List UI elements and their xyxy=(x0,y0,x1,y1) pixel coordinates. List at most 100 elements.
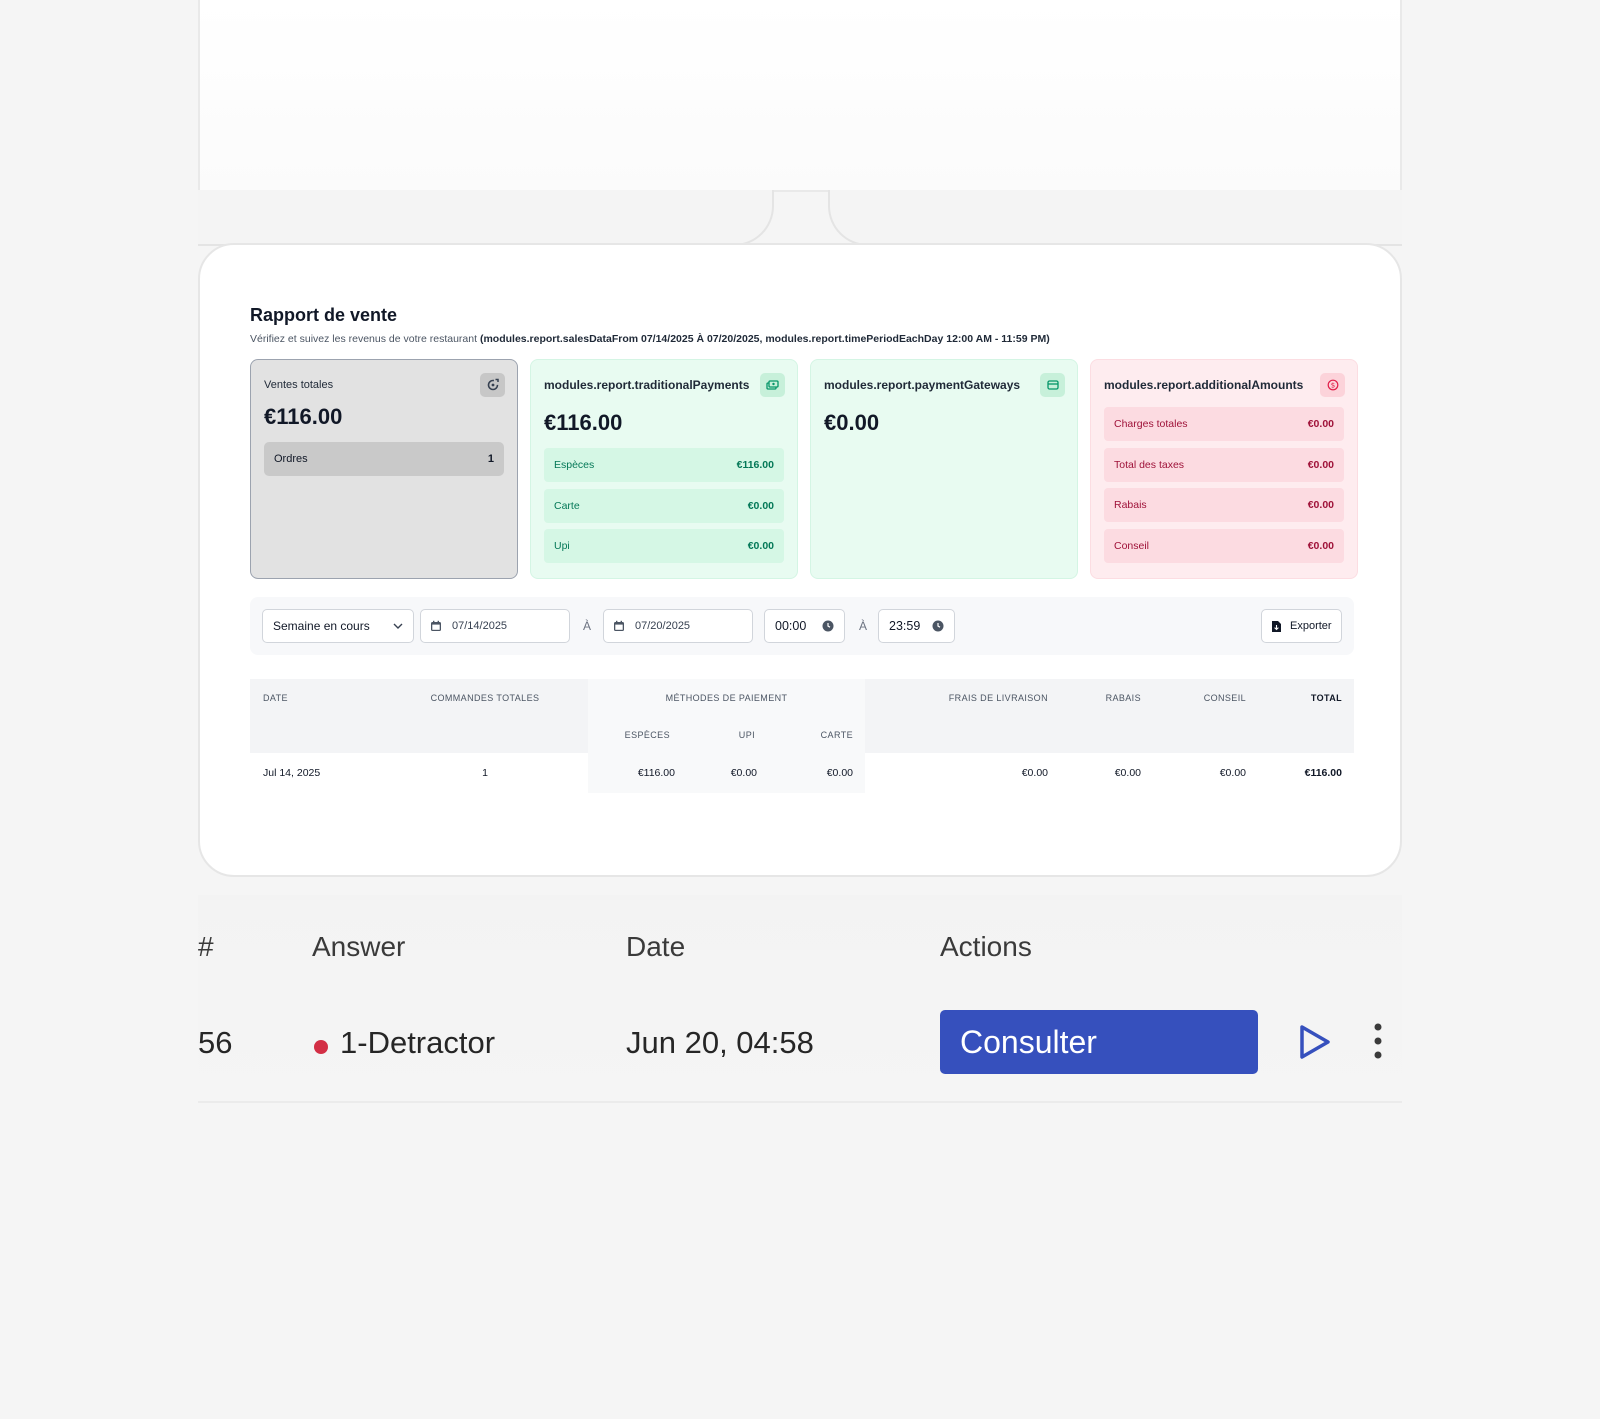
additional-row-label: Conseil xyxy=(1114,539,1150,552)
cell-cash: €116.00 xyxy=(637,767,675,779)
date-from-value: 07/14/2025 xyxy=(452,620,508,632)
col-header-number: # xyxy=(198,931,214,962)
export-button[interactable]: Exporter xyxy=(1261,609,1342,643)
traditional-payments-amount: €116.00 xyxy=(544,410,623,435)
sales-report-panel: Rapport de vente Vérifiez et suivez les … xyxy=(198,243,1402,877)
additional-amounts-card: modules.report.additionalAmounts $ Charg… xyxy=(1090,359,1358,579)
additional-row-value: €0.00 xyxy=(1307,458,1334,471)
time-from-value: 00:00 xyxy=(775,619,807,633)
date-separator: À xyxy=(583,619,592,633)
payment-gateways-label: modules.report.paymentGateways xyxy=(824,378,1021,392)
calendar-icon xyxy=(431,620,441,631)
cell-discount: €0.00 xyxy=(1114,767,1141,779)
th-delivery: FRAIS DE LIVRAISON xyxy=(948,693,1048,703)
report-subtitle-period: (modules.report.salesDataFrom 07/14/2025… xyxy=(479,333,1050,345)
payment-row-label: Espèces xyxy=(554,459,595,471)
dollar-circle-icon: $ xyxy=(1320,373,1345,397)
time-from-input[interactable]: 00:00 xyxy=(764,609,845,643)
filter-bar: Semaine en cours 07/14/2025 À 07/20/2025… xyxy=(250,597,1354,655)
th-discount: RABAIS xyxy=(1105,693,1141,703)
tab-shape-left xyxy=(198,190,774,246)
clock-icon xyxy=(822,620,834,632)
th-card: CARTE xyxy=(820,730,853,740)
report-subtitle-text: Vérifiez et suivez les revenus de votre … xyxy=(250,333,478,345)
total-sales-amount: €116.00 xyxy=(264,404,343,429)
period-select-value: Semaine en cours xyxy=(273,619,370,633)
additional-row-charges: Charges totales €0.00 xyxy=(1104,407,1344,441)
clock-icon xyxy=(932,620,944,632)
period-select[interactable]: Semaine en cours xyxy=(262,609,414,643)
export-label: Exporter xyxy=(1290,620,1332,632)
payment-row-value: €0.00 xyxy=(747,499,774,512)
th-orders: COMMANDES TOTALES xyxy=(430,693,540,703)
credit-card-icon xyxy=(1040,373,1065,397)
payment-gateways-card: modules.report.paymentGateways €0.00 xyxy=(810,359,1078,579)
cell-delivery: €0.00 xyxy=(1021,767,1048,779)
time-separator: À xyxy=(859,619,868,633)
th-date: DATE xyxy=(263,693,288,703)
th-cash: ESPÈCES xyxy=(624,730,670,740)
date-to-input[interactable]: 07/20/2025 xyxy=(603,609,753,643)
export-file-icon xyxy=(1272,620,1281,632)
payment-row-label: Carte xyxy=(554,499,580,512)
refresh-chart-icon[interactable] xyxy=(480,373,505,397)
orders-label: Ordres xyxy=(274,453,308,465)
cell-tip: €0.00 xyxy=(1219,767,1246,779)
traditional-payments-card: modules.report.traditionalPayments €116.… xyxy=(530,359,798,579)
additional-row-tip: Conseil €0.00 xyxy=(1104,528,1344,563)
total-sales-label: Ventes totales xyxy=(264,379,334,391)
th-total: TOTAL xyxy=(1310,693,1342,703)
play-icon[interactable] xyxy=(1298,1024,1332,1060)
additional-row-discount: Rabais €0.00 xyxy=(1104,488,1344,522)
more-options-icon[interactable] xyxy=(1373,1022,1383,1062)
table-header: DATE COMMANDES TOTALES MÉTHODES DE PAIEM… xyxy=(250,679,1354,793)
consult-button[interactable]: Consulter xyxy=(940,1010,1258,1074)
additional-row-label: Rabais xyxy=(1114,499,1147,511)
chevron-down-icon xyxy=(393,623,403,629)
payment-row-upi: Upi €0.00 xyxy=(544,529,784,563)
additional-amounts-label: modules.report.additionalAmounts xyxy=(1104,378,1304,392)
payment-row-value: €0.00 xyxy=(747,540,774,552)
th-payment-methods: MÉTHODES DE PAIEMENT xyxy=(665,693,788,703)
payment-gateways-amount: €0.00 xyxy=(824,410,880,435)
payment-row-card: Carte €0.00 xyxy=(544,488,784,523)
report-subtitle: Vérifiez et suivez les revenus de votre … xyxy=(250,333,1050,345)
time-to-input[interactable]: 23:59 xyxy=(878,609,955,643)
cell-card: €0.00 xyxy=(826,767,853,779)
top-panel xyxy=(198,0,1402,192)
orders-value: 1 xyxy=(487,453,494,465)
svg-text:$: $ xyxy=(1330,381,1334,389)
col-header-answer: Answer xyxy=(312,931,406,962)
response-answer: 1-Detractor xyxy=(340,1025,496,1060)
cell-orders: 1 xyxy=(482,767,488,779)
total-sales-card: Ventes totales €116.00 Ordres 1 xyxy=(250,359,518,579)
cell-upi: €0.00 xyxy=(730,767,757,779)
additional-row-value: €0.00 xyxy=(1307,499,1334,511)
additional-row-taxes: Total des taxes €0.00 xyxy=(1104,447,1344,482)
col-header-date: Date xyxy=(626,931,686,962)
responses-table: # Answer Date Actions 56 1-Detractor Jun… xyxy=(198,895,1402,1103)
payment-row-cash: Espèces €116.00 xyxy=(544,448,784,482)
date-from-input[interactable]: 07/14/2025 xyxy=(420,609,570,643)
response-number: 56 xyxy=(198,1025,233,1060)
additional-row-label: Total des taxes xyxy=(1114,458,1185,471)
th-upi: UPI xyxy=(738,730,755,740)
date-to-value: 07/20/2025 xyxy=(635,620,691,632)
response-date: Jun 20, 04:58 xyxy=(626,1025,814,1060)
detractor-status-dot xyxy=(314,1040,328,1054)
sales-table: DATE COMMANDES TOTALES MÉTHODES DE PAIEM… xyxy=(250,679,1354,793)
cell-total: €116.00 xyxy=(1304,767,1342,779)
additional-row-label: Charges totales xyxy=(1114,418,1188,430)
cell-date: Jul 14, 2025 xyxy=(263,767,321,779)
report-title: Rapport de vente xyxy=(250,305,398,325)
time-to-value: 23:59 xyxy=(889,619,921,633)
payment-row-value: €116.00 xyxy=(736,459,774,471)
col-header-actions: Actions xyxy=(940,931,1032,962)
calendar-icon xyxy=(614,620,624,631)
tab-shape-right xyxy=(828,190,1402,246)
additional-row-value: €0.00 xyxy=(1307,539,1334,552)
payment-row-label: Upi xyxy=(554,540,570,552)
cash-icon xyxy=(760,373,785,397)
traditional-payments-label: modules.report.traditionalPayments xyxy=(544,378,750,392)
orders-row: Ordres 1 xyxy=(264,442,504,476)
